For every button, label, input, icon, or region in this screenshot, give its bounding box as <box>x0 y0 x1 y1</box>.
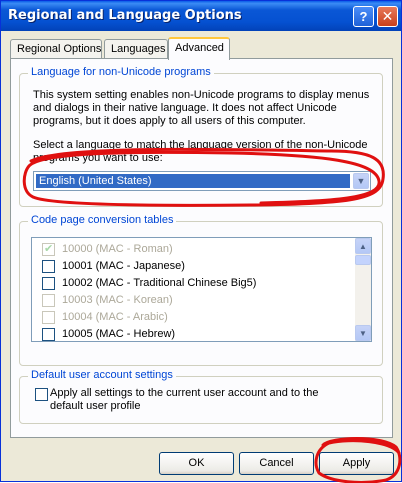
advanced-panel: Language for non-Unicode programs This s… <box>10 58 393 438</box>
tab-regional-options[interactable]: Regional Options <box>10 39 102 59</box>
tab-languages[interactable]: Languages <box>104 39 168 59</box>
select-language-prompt: Select a language to match the language … <box>33 139 368 164</box>
list-item-label: 10003 (MAC - Korean) <box>62 294 173 306</box>
list-item-label: 10001 (MAC - Japanese) <box>62 260 185 272</box>
code-page-group-title: Code page conversion tables <box>28 214 177 226</box>
code-page-list[interactable]: 10000 (MAC - Roman) 10001 (MAC - Japanes… <box>31 237 372 342</box>
list-item-label: 10000 (MAC - Roman) <box>62 243 173 255</box>
help-button[interactable]: ? <box>353 6 374 27</box>
list-item[interactable]: 10002 (MAC - Traditional Chinese Big5) <box>32 275 360 292</box>
language-select[interactable]: English (United States) ▼ <box>33 171 371 191</box>
default-user-group-title: Default user account settings <box>28 369 176 381</box>
checkbox[interactable] <box>42 260 55 273</box>
close-icon: ✕ <box>381 8 394 24</box>
list-item-label: 10002 (MAC - Traditional Chinese Big5) <box>62 277 257 289</box>
checkbox[interactable] <box>42 294 55 307</box>
close-button[interactable]: ✕ <box>377 6 398 27</box>
dialog-window: Regional and Language Options ? ✕ Region… <box>0 0 402 483</box>
list-scrollbar[interactable]: ▲ ▼ <box>355 238 371 341</box>
scroll-up-icon[interactable]: ▲ <box>355 238 371 254</box>
list-item[interactable]: 10003 (MAC - Korean) <box>32 292 360 309</box>
checkbox[interactable] <box>42 277 55 290</box>
language-select-value: English (United States) <box>36 174 350 188</box>
list-item[interactable]: 10000 (MAC - Roman) <box>32 241 360 258</box>
list-item[interactable]: 10005 (MAC - Hebrew) <box>32 326 360 341</box>
non-unicode-group-title: Language for non-Unicode programs <box>28 66 214 78</box>
help-icon: ? <box>359 9 368 24</box>
chevron-down-icon[interactable]: ▼ <box>353 173 369 189</box>
cancel-button[interactable]: Cancel <box>239 452 314 475</box>
apply-default-label: Apply all settings to the current user a… <box>50 387 319 412</box>
window-title: Regional and Language Options <box>8 8 242 23</box>
tab-advanced[interactable]: Advanced <box>168 37 230 60</box>
title-bar[interactable]: Regional and Language Options ? ✕ <box>1 1 401 31</box>
list-item[interactable]: 10001 (MAC - Japanese) <box>32 258 360 275</box>
scroll-down-icon[interactable]: ▼ <box>355 325 371 341</box>
non-unicode-description: This system setting enables non-Unicode … <box>33 89 370 127</box>
list-item-label: 10004 (MAC - Arabic) <box>62 311 168 323</box>
apply-default-checkbox[interactable] <box>35 388 48 401</box>
scroll-thumb[interactable] <box>355 255 371 265</box>
checkbox[interactable] <box>42 242 55 256</box>
checkbox[interactable] <box>42 328 55 341</box>
checkbox[interactable] <box>42 311 55 324</box>
list-item-label: 10005 (MAC - Hebrew) <box>62 328 176 340</box>
apply-button[interactable]: Apply <box>319 452 394 475</box>
list-item[interactable]: 10004 (MAC - Arabic) <box>32 309 360 326</box>
ok-button[interactable]: OK <box>159 452 234 475</box>
